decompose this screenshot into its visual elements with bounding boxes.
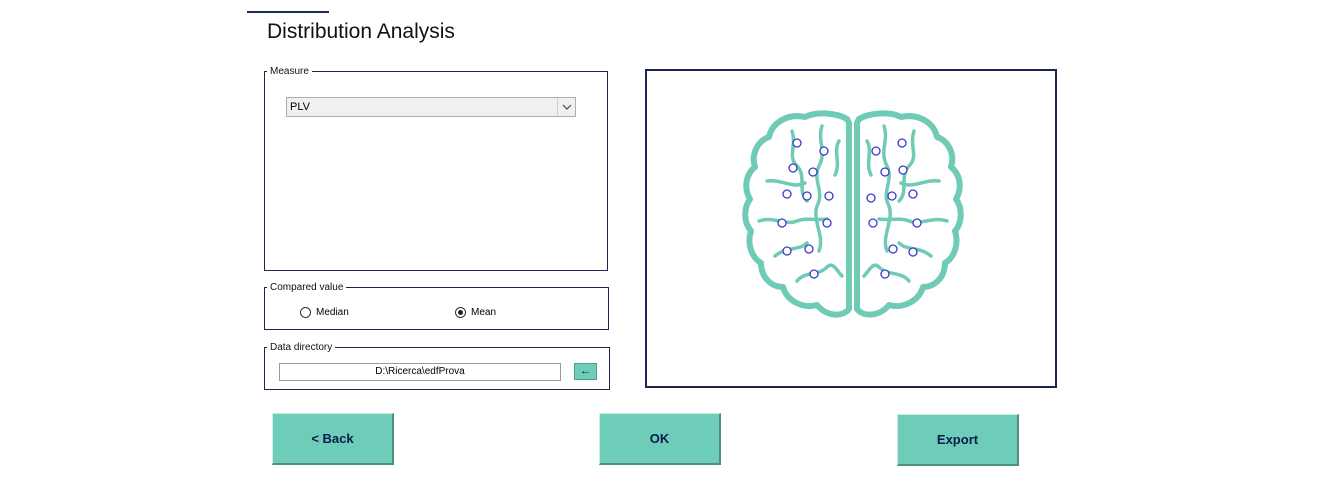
measure-select[interactable]: PLV	[286, 97, 576, 117]
page-title: Distribution Analysis	[267, 20, 455, 43]
browse-directory-button[interactable]: ←	[574, 363, 597, 380]
chevron-down-icon[interactable]	[557, 98, 575, 116]
export-button[interactable]: Export	[897, 414, 1019, 466]
measure-legend: Measure	[270, 66, 309, 77]
median-radio-label: Median	[316, 307, 349, 318]
brain-map-panel	[645, 69, 1057, 388]
data-directory-legend: Data directory	[270, 342, 333, 353]
ok-button[interactable]: OK	[599, 413, 721, 465]
compared-value-legend: Compared value	[270, 282, 344, 293]
median-radio-circle[interactable]	[300, 307, 311, 318]
title-accent-bar	[247, 11, 329, 13]
mean-radio[interactable]: Mean	[455, 307, 496, 318]
measure-group: Measure PLV	[264, 66, 608, 271]
mean-radio-label: Mean	[471, 307, 497, 318]
measure-select-value: PLV	[290, 101, 310, 113]
compared-value-group: Compared value Median Mean	[264, 282, 609, 330]
back-button[interactable]: < Back	[272, 413, 394, 465]
brain-icon	[742, 110, 964, 318]
median-radio[interactable]: Median	[300, 307, 349, 318]
mean-radio-circle[interactable]	[455, 307, 466, 318]
data-directory-field[interactable]: D:\Ricerca\edfProva	[279, 363, 561, 381]
data-directory-group: Data directory D:\Ricerca\edfProva ←	[264, 342, 610, 390]
